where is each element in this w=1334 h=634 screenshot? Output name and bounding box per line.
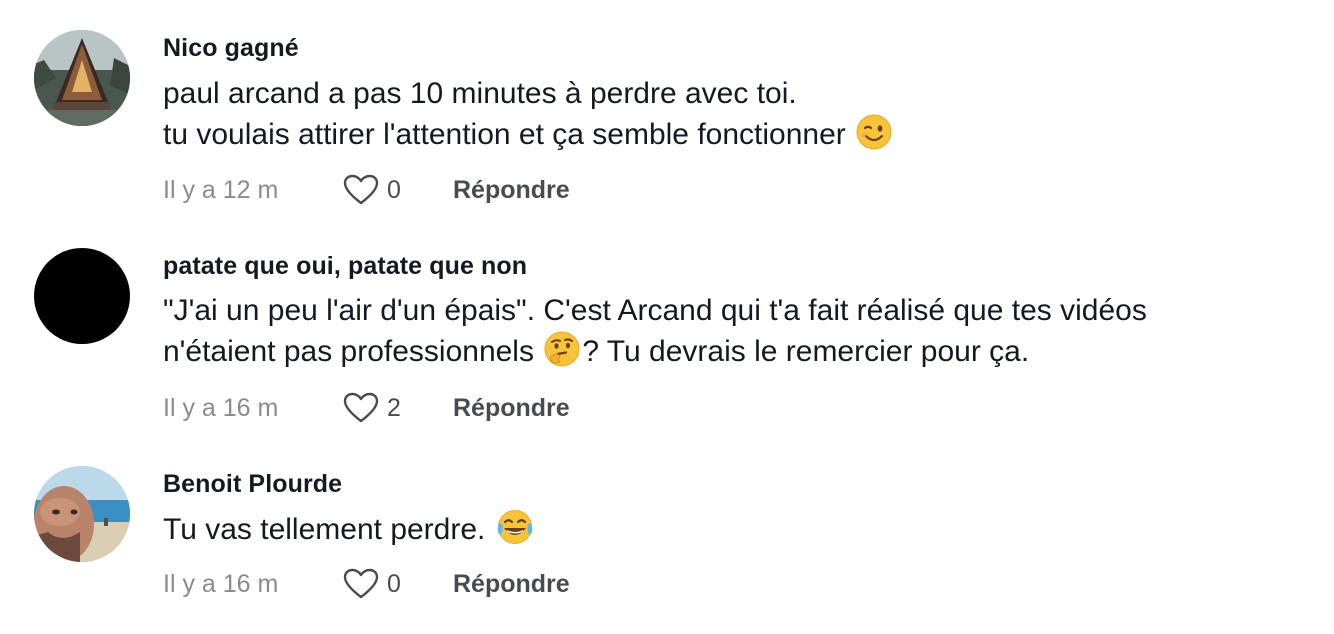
- like-button[interactable]: 0: [343, 564, 401, 604]
- avatar[interactable]: [34, 248, 130, 344]
- comment-meta: Il y a 16 m 0 Répondre: [163, 564, 763, 604]
- laughing-tears-face-emoji-icon: [497, 510, 533, 544]
- user-photo: [34, 466, 130, 562]
- comment-username[interactable]: Benoit Plourde: [163, 470, 342, 499]
- reply-button[interactable]: Répondre: [453, 564, 570, 604]
- comment-text: paul arcand a pas 10 minutes à perdre av…: [163, 74, 1313, 155]
- comment-meta: Il y a 12 m 0 Répondre: [163, 170, 763, 210]
- comment-text-segment: n'étaient pas professionnels: [163, 335, 534, 368]
- comment-username[interactable]: Nico gagné: [163, 34, 299, 63]
- like-count: 0: [387, 570, 401, 598]
- like-count: 2: [387, 394, 401, 422]
- comment-item: patate que oui, patate que non "J'ai un …: [0, 220, 1334, 440]
- comment-timestamp: Il y a 16 m: [163, 570, 279, 598]
- like-button[interactable]: 0: [343, 170, 401, 210]
- comment-text-segment: ? Tu devrais le remercier pour ça.: [582, 335, 1030, 368]
- comment-text-line: "J'ai un peu l'air d'un épais". C'est Ar…: [163, 294, 1147, 327]
- thinking-face-emoji-icon: [544, 331, 580, 367]
- reply-button[interactable]: Répondre: [453, 388, 570, 428]
- avatar[interactable]: [34, 466, 130, 562]
- comment-username[interactable]: patate que oui, patate que non: [163, 252, 527, 281]
- comment-meta: Il y a 16 m 2 Répondre: [163, 388, 763, 428]
- comment-timestamp: Il y a 12 m: [163, 176, 279, 204]
- a-frame-cabin-photo: [34, 30, 130, 126]
- reply-button[interactable]: Répondre: [453, 170, 570, 210]
- comment-item: Nico gagné paul arcand a pas 10 minutes …: [0, 0, 1334, 220]
- like-button[interactable]: 2: [343, 388, 401, 428]
- comment-text-line: tu voulais attirer l'attention et ça sem…: [163, 114, 1313, 155]
- comment-text-line: n'étaient pas professionnels ? Tu devrai…: [163, 331, 1313, 372]
- heart-icon: [343, 174, 379, 205]
- comment-text: Tu vas tellement perdre.: [163, 509, 1313, 550]
- comment-text: "J'ai un peu l'air d'un épais". C'est Ar…: [163, 291, 1313, 372]
- heart-icon: [343, 568, 379, 599]
- avatar[interactable]: [34, 30, 130, 126]
- like-count: 0: [387, 176, 401, 204]
- comment-item: Benoit Plourde Tu vas tellement perdre. …: [0, 440, 1334, 634]
- comment-timestamp: Il y a 16 m: [163, 394, 279, 422]
- comment-text-segment: tu voulais attirer l'attention et ça sem…: [163, 118, 846, 151]
- winking-face-emoji-icon: [856, 114, 892, 150]
- comment-text-line: Tu vas tellement perdre.: [163, 509, 1313, 550]
- comment-text-segment: Tu vas tellement perdre.: [163, 513, 486, 546]
- comment-text-line: paul arcand a pas 10 minutes à perdre av…: [163, 77, 797, 110]
- heart-icon: [343, 392, 379, 423]
